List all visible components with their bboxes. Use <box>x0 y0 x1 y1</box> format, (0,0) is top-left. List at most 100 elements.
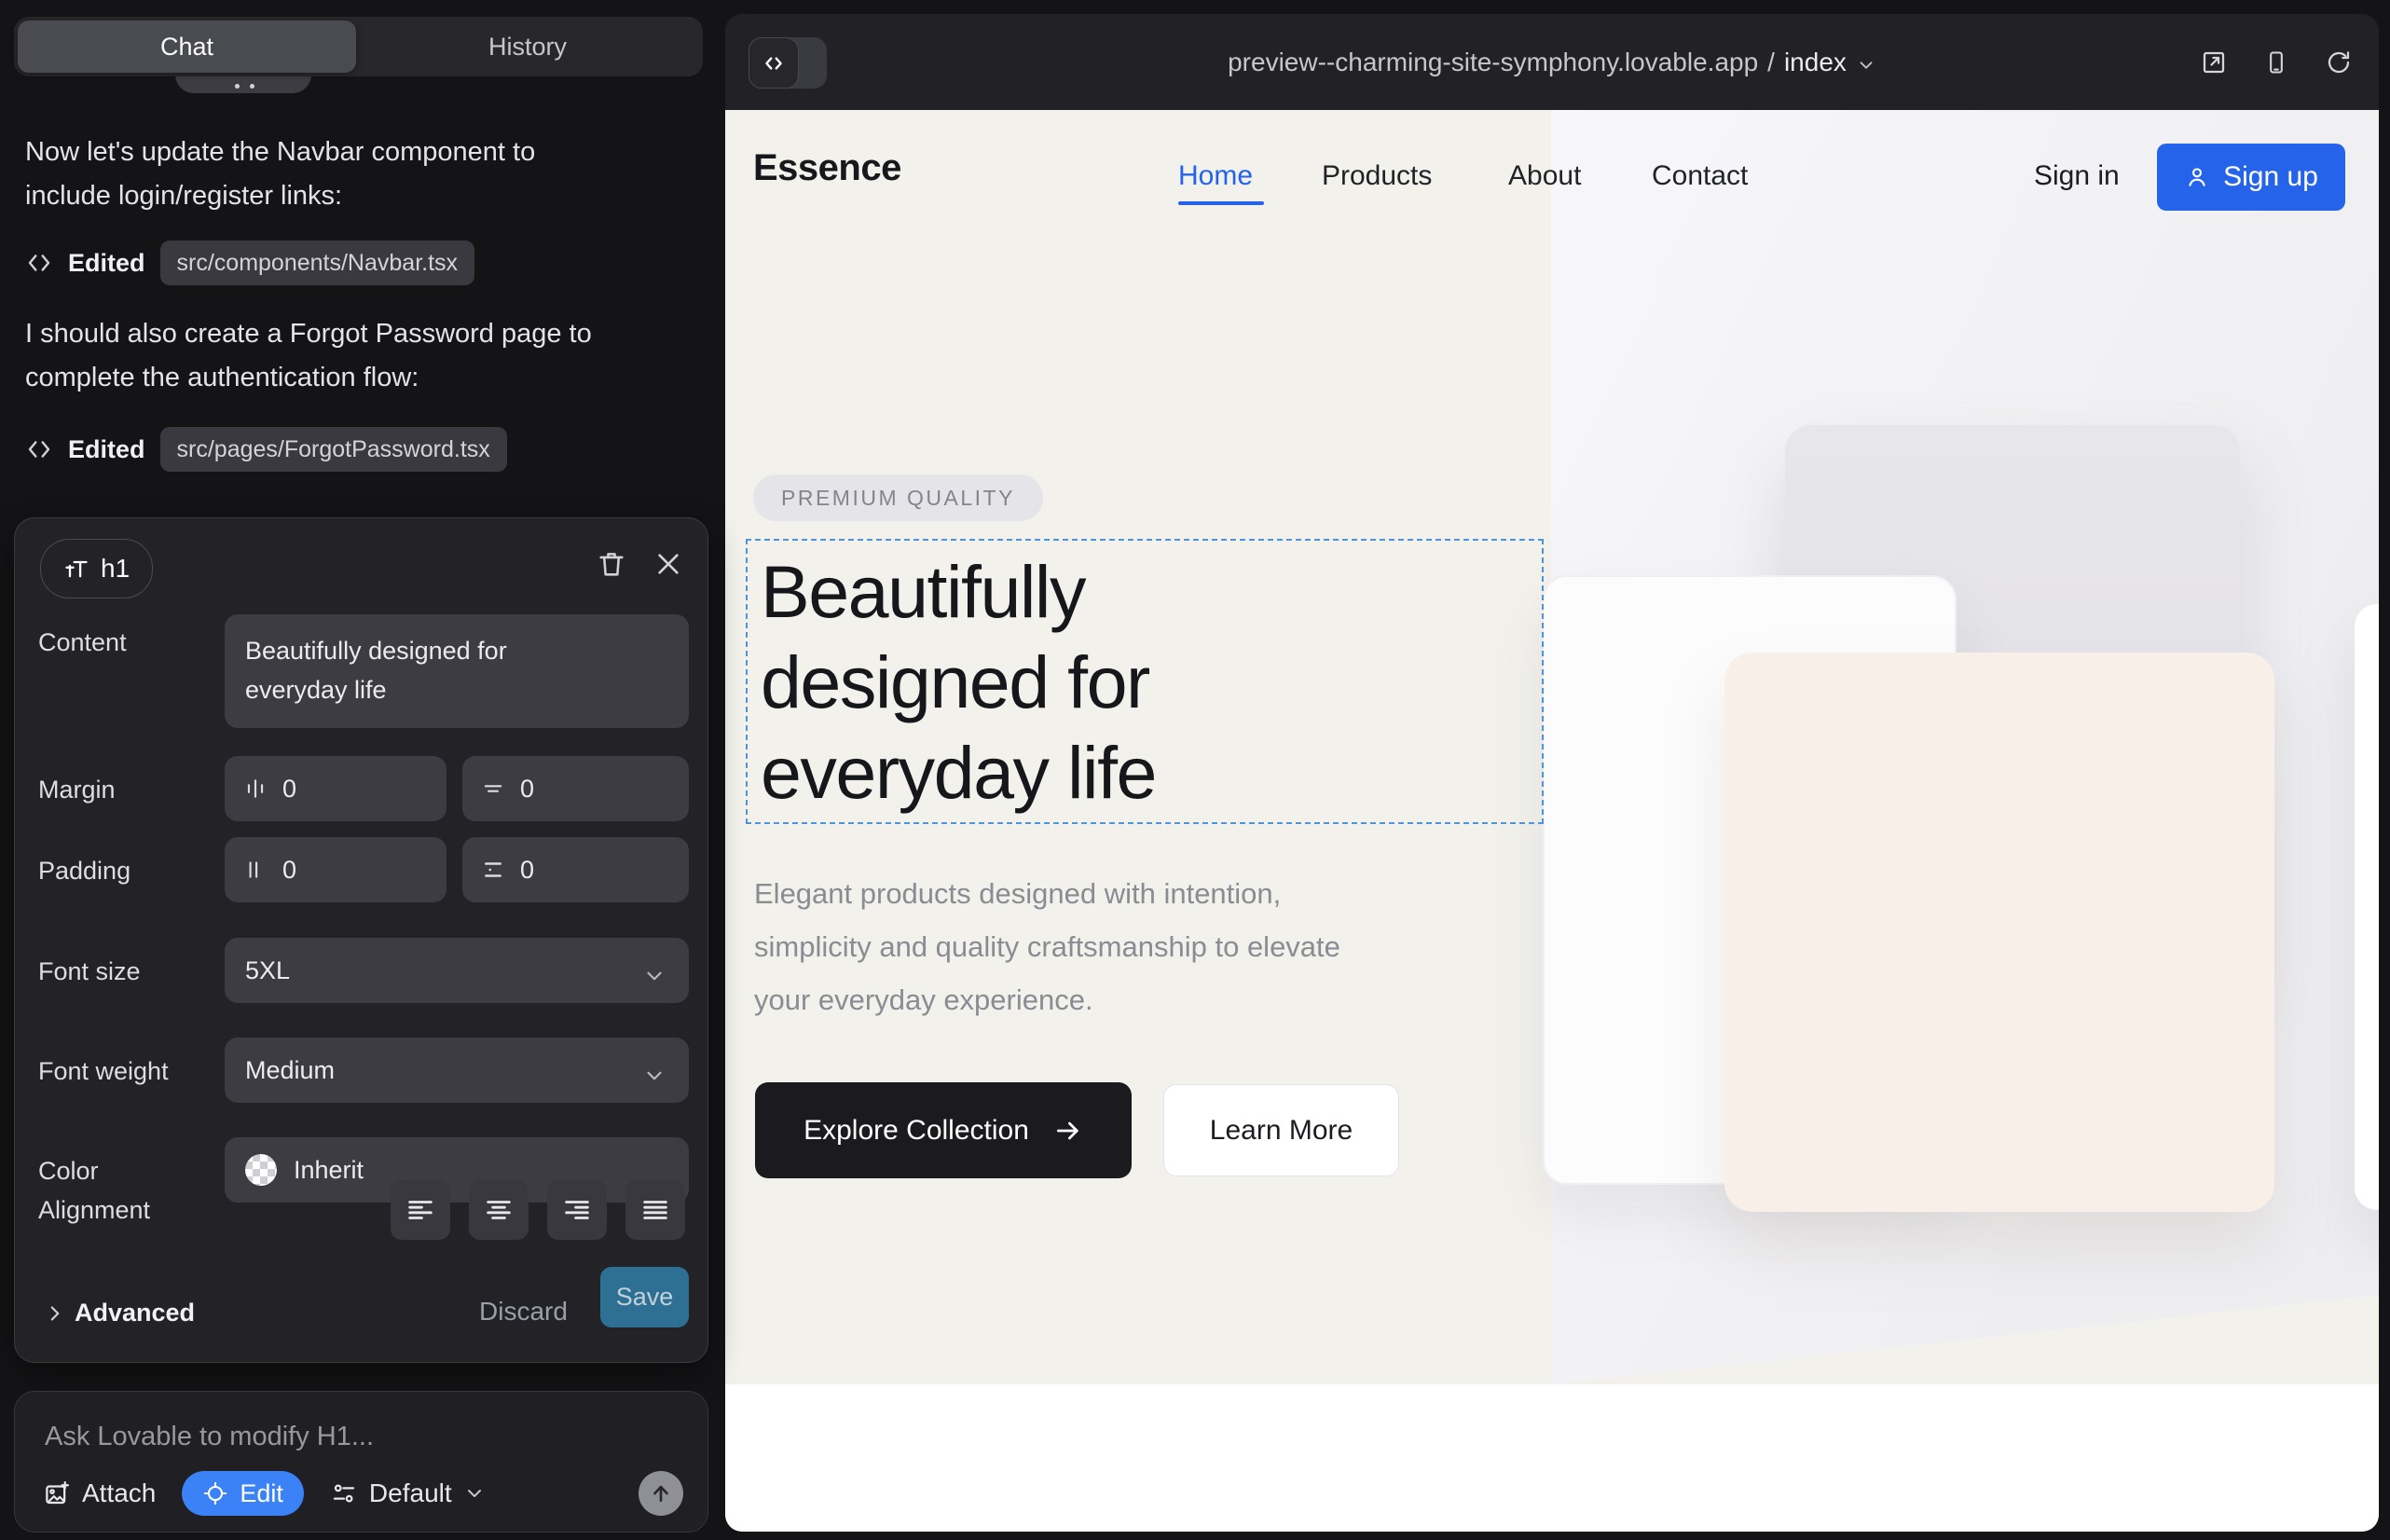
content-input[interactable]: Beautifully designed for everyday life <box>225 614 689 728</box>
composer-input[interactable] <box>43 1412 652 1461</box>
margin-label: Margin <box>38 776 116 804</box>
margin-x-input[interactable]: 0 <box>225 756 446 821</box>
nav-link-contact[interactable]: Contact <box>1652 160 1748 192</box>
edited-file-row: Edited src/pages/ForgotPassword.tsx <box>25 427 507 472</box>
learn-more-button[interactable]: Learn More <box>1163 1084 1399 1176</box>
margin-x-value: 0 <box>282 775 296 804</box>
chrome-actions <box>2200 14 2353 110</box>
browser-chrome: preview--charming-site-symphony.lovable.… <box>725 14 2379 110</box>
chevron-down-icon <box>642 964 666 988</box>
padding-vertical-icon <box>481 858 505 882</box>
align-left-icon <box>405 1194 436 1226</box>
file-path-chip[interactable]: src/components/Navbar.tsx <box>160 241 475 285</box>
close-icon[interactable] <box>653 549 683 579</box>
sign-up-button[interactable]: Sign up <box>2157 144 2345 211</box>
color-value: Inherit <box>294 1156 364 1185</box>
site-viewport: Essence Home Products About Contact Sign… <box>725 110 2379 1532</box>
font-weight-value: Medium <box>245 1056 335 1085</box>
chevron-down-icon <box>1856 55 1876 76</box>
decor-card-cream <box>1724 653 2274 1212</box>
arrow-right-icon <box>1053 1116 1083 1146</box>
active-nav-underline <box>1178 201 1264 205</box>
screen: Chat History Now let's update the Navbar… <box>0 0 2390 1540</box>
code-icon <box>25 249 53 277</box>
advanced-toggle[interactable]: Advanced <box>75 1299 195 1327</box>
sign-up-label: Sign up <box>2223 161 2318 193</box>
delete-element-button[interactable] <box>596 548 627 580</box>
crosshair-icon <box>202 1480 228 1506</box>
edited-label: Edited <box>68 435 145 464</box>
decor-card-peek <box>2355 604 2379 1210</box>
alignment-label: Alignment <box>38 1196 150 1225</box>
nav-link-products[interactable]: Products <box>1322 160 1432 192</box>
padding-y-input[interactable]: 0 <box>462 837 689 902</box>
nav-link-about[interactable]: About <box>1508 160 1581 192</box>
align-right-button[interactable] <box>547 1180 607 1240</box>
chat-message: I should also create a Forgot Password p… <box>25 312 603 400</box>
align-center-button[interactable] <box>469 1180 529 1240</box>
font-size-label: Font size <box>38 957 141 986</box>
tab-history[interactable]: History <box>356 21 699 73</box>
edit-label: Edit <box>240 1479 283 1508</box>
margin-vertical-icon <box>481 777 505 801</box>
padding-x-value: 0 <box>282 856 296 885</box>
chevron-down-icon <box>642 1064 666 1088</box>
attach-button[interactable]: Attach <box>43 1478 156 1508</box>
padding-horizontal-icon <box>243 858 268 882</box>
dot-icon <box>250 84 254 89</box>
hero-paragraph: Elegant products designed with intention… <box>754 867 1397 1026</box>
url-text: preview--charming-site-symphony.lovable.… <box>1228 48 1758 77</box>
content-value: Beautifully designed for everyday life <box>245 631 553 709</box>
edited-label: Edited <box>68 249 145 278</box>
explore-collection-label: Explore Collection <box>804 1115 1029 1147</box>
tab-chat[interactable]: Chat <box>18 21 356 73</box>
align-left-button[interactable] <box>391 1180 450 1240</box>
mobile-view-icon[interactable] <box>2263 48 2289 76</box>
color-select[interactable]: Inherit <box>225 1137 689 1203</box>
dot-icon <box>235 84 240 89</box>
chat-sidebar: Chat History Now let's update the Navbar… <box>0 0 724 1540</box>
nav-link-home[interactable]: Home <box>1178 160 1253 192</box>
edited-file-row: Edited src/components/Navbar.tsx <box>25 241 474 285</box>
user-icon <box>2184 164 2210 190</box>
attach-image-icon <box>43 1479 71 1507</box>
chevron-down-icon <box>463 1482 486 1505</box>
chat-message: Now let's update the Navbar component to… <box>25 131 584 218</box>
transparent-swatch-icon <box>245 1154 277 1186</box>
preview-browser-window: preview--charming-site-symphony.lovable.… <box>725 14 2379 1532</box>
sign-in-link[interactable]: Sign in <box>2034 160 2120 192</box>
chat-composer: Attach Edit Default <box>14 1391 708 1533</box>
site-navbar: Essence Home Products About Contact Sign… <box>725 110 2379 242</box>
color-label: Color <box>38 1157 99 1186</box>
selected-element-tag[interactable]: h1 <box>40 539 153 598</box>
open-external-icon[interactable] <box>2200 48 2228 76</box>
code-icon <box>25 435 53 463</box>
align-justify-button[interactable] <box>625 1180 685 1240</box>
refresh-icon[interactable] <box>2325 48 2353 76</box>
edit-mode-button[interactable]: Edit <box>182 1471 304 1516</box>
composer-toolbar: Attach Edit Default <box>43 1470 683 1517</box>
site-brand[interactable]: Essence <box>753 147 901 189</box>
save-button[interactable]: Save <box>600 1267 689 1327</box>
url-page: index <box>1784 48 1847 77</box>
mode-select[interactable]: Default <box>330 1478 486 1508</box>
file-path-chip[interactable]: src/pages/ForgotPassword.tsx <box>160 427 507 472</box>
font-size-select[interactable]: 5XL <box>225 938 689 1003</box>
font-weight-label: Font weight <box>38 1057 169 1086</box>
explore-collection-button[interactable]: Explore Collection <box>755 1082 1132 1178</box>
tag-name: h1 <box>101 554 130 584</box>
element-inspector-panel: h1 Content Beautifully designed for ever… <box>14 517 708 1363</box>
discard-button[interactable]: Discard <box>479 1297 568 1327</box>
section-below-hero <box>725 1384 2379 1532</box>
margin-y-input[interactable]: 0 <box>462 756 689 821</box>
padding-y-value: 0 <box>520 856 534 885</box>
align-center-icon <box>483 1194 515 1226</box>
padding-x-input[interactable]: 0 <box>225 837 446 902</box>
url-bar[interactable]: preview--charming-site-symphony.lovable.… <box>725 14 2379 110</box>
chevron-right-icon <box>43 1301 67 1326</box>
font-weight-select[interactable]: Medium <box>225 1038 689 1103</box>
send-button[interactable] <box>639 1471 683 1516</box>
mode-label: Default <box>369 1478 452 1508</box>
hero-heading[interactable]: Beautifully designed for everyday life <box>761 546 1339 818</box>
premium-quality-badge: PREMIUM QUALITY <box>753 474 1043 521</box>
